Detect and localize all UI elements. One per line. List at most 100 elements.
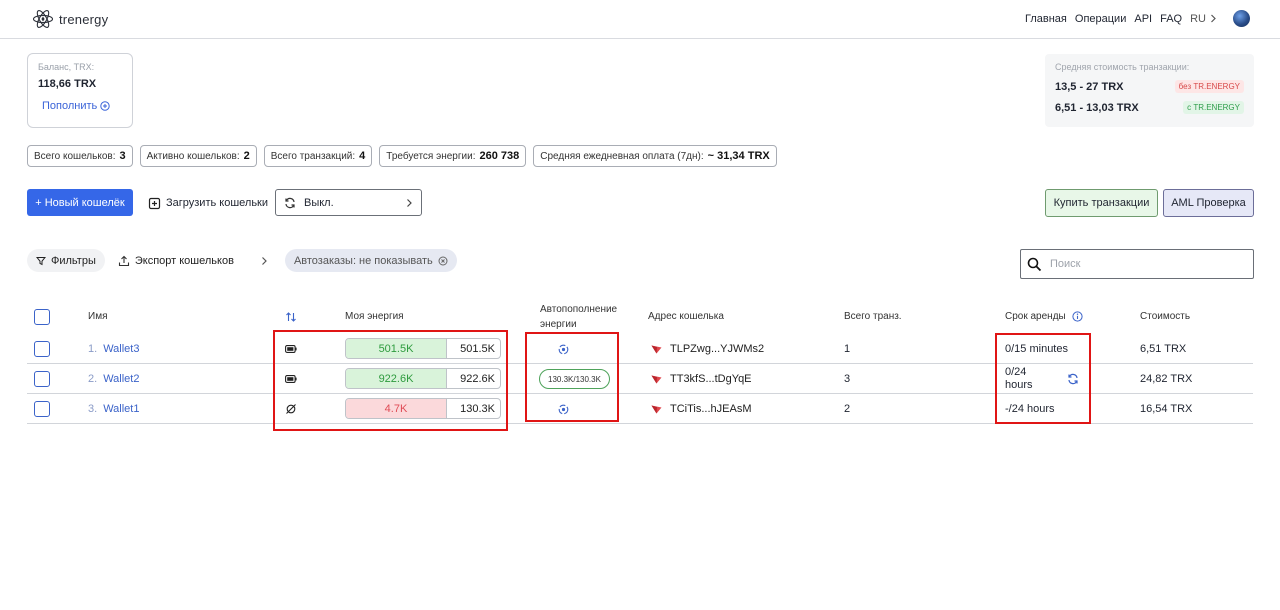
autoorders-label: Автозаказы: не показывать — [293, 254, 433, 267]
user-avatar[interactable] — [1233, 10, 1250, 27]
wallet-name: Wallet1 — [103, 403, 140, 415]
stat-total-wallets: Всего кошельков: 3 — [27, 145, 133, 167]
autorenew-select[interactable]: Выкл. — [275, 189, 422, 216]
chevron-right-icon — [407, 198, 412, 207]
total-tx: 2 — [844, 403, 851, 415]
wallets-table-header: Имя Моя энергия Автопополнение энергии А… — [27, 300, 1253, 333]
export-icon — [118, 255, 129, 266]
stat-value: ~ 31,34 TRX — [707, 150, 770, 162]
wallet-name: Wallet3 — [103, 343, 140, 355]
wallet-address-text: TT3kfS...tDgYqE — [670, 373, 752, 385]
main-nav: Главная Операции API FAQ RU — [1025, 10, 1250, 27]
nav-item-faq[interactable]: FAQ — [1160, 13, 1182, 25]
stat-label: Активно кошельков: — [146, 150, 240, 162]
wallet-name-link[interactable]: 3. Wallet1 — [88, 394, 139, 424]
atom-logo-icon — [32, 10, 54, 28]
stat-active-wallets: Активно кошельков: 2 — [139, 145, 257, 167]
wallet-address[interactable]: TCiTis...hJEAsM — [651, 394, 752, 424]
sort-arrows-icon — [286, 311, 296, 322]
brand-logo[interactable]: trenergy — [32, 8, 108, 30]
wallet-name-link[interactable]: 2. Wallet2 — [88, 364, 139, 394]
row-checkbox[interactable] — [34, 341, 50, 357]
clear-icon[interactable] — [438, 256, 448, 266]
wallet-address[interactable]: TT3kfS...tDgYqE — [651, 364, 752, 394]
balance-label: Баланс, TRX: — [38, 62, 95, 72]
row-number: 1. — [88, 343, 98, 355]
highlight-box-energy — [273, 330, 508, 431]
upload-wallets-label: Загрузить кошельки — [166, 197, 269, 209]
row-number: 2. — [88, 373, 98, 385]
upload-file-icon — [148, 197, 161, 209]
header-address: Адрес кошелька — [648, 311, 724, 322]
header-total-tx: Всего транз. — [844, 311, 902, 322]
with-tr-energy-badge: с TR.ENERGY — [1183, 101, 1244, 114]
filters-label: Фильтры — [51, 254, 96, 267]
average-cost-card: Средняя стоимость транзакции: 13,5 - 27 … — [1045, 54, 1254, 127]
upload-wallets-button[interactable]: Загрузить кошельки — [148, 190, 268, 216]
row-checkbox[interactable] — [34, 401, 50, 417]
stat-value: 3 — [119, 150, 126, 162]
row-checkbox-cell — [34, 364, 50, 394]
wallet-address-text: TLPZwg...YJWMs2 — [670, 343, 765, 355]
funnel-icon — [36, 256, 46, 265]
header-autorefill-line2: энергии — [540, 318, 577, 330]
row-number: 3. — [88, 403, 98, 415]
highlight-box-rent-term — [995, 333, 1091, 424]
new-wallet-button[interactable]: + Новый кошелёк — [27, 189, 133, 216]
balance-card: Баланс, TRX: 118,66 TRX Пополнить — [27, 53, 133, 128]
wallet-address[interactable]: TLPZwg...YJWMs2 — [651, 334, 764, 364]
stat-label: Требуется энергии: — [386, 150, 476, 162]
search-placeholder: Поиск — [1050, 258, 1081, 270]
buy-transactions-button[interactable]: Купить транзакции — [1045, 189, 1158, 217]
tron-icon — [651, 345, 662, 353]
stat-value: 4 — [359, 150, 366, 162]
topup-link[interactable]: Пополнить — [42, 100, 122, 112]
average-cost-title: Средняя стоимость транзакции: — [1055, 62, 1190, 72]
stat-value: 260 738 — [479, 150, 520, 162]
row-checkbox-cell — [34, 394, 50, 424]
info-icon[interactable] — [1072, 311, 1083, 322]
nav-item-operations[interactable]: Операции — [1075, 13, 1126, 25]
refresh-icon — [285, 197, 295, 208]
select-all-checkbox[interactable] — [34, 308, 50, 325]
aml-check-button[interactable]: AML Проверка — [1163, 189, 1254, 217]
wallet-address-text: TCiTis...hJEAsM — [670, 403, 752, 415]
row-checkbox[interactable] — [34, 371, 50, 387]
autoorders-filter-chip[interactable]: Автозаказы: не показывать — [284, 249, 457, 272]
balance-value: 118,66 TRX — [38, 78, 97, 90]
filters-button[interactable]: Фильтры — [27, 249, 105, 272]
header-name[interactable]: Имя — [88, 300, 107, 333]
language-switcher[interactable]: RU — [1190, 13, 1217, 25]
total-tx: 3 — [844, 373, 851, 385]
search-input[interactable]: Поиск — [1020, 249, 1254, 279]
stat-total-transactions: Всего транзакций: 4 — [263, 145, 373, 167]
topup-label: Пополнить — [42, 100, 98, 112]
search-icon — [1027, 257, 1042, 271]
language-label: RU — [1190, 12, 1206, 25]
cost: 16,54 TRX — [1140, 403, 1193, 415]
tron-icon — [651, 375, 662, 383]
plus-circle-icon — [100, 101, 110, 111]
nav-item-home[interactable]: Главная — [1025, 13, 1067, 25]
header-cost: Стоимость — [1140, 311, 1191, 322]
stats-row: Всего кошельков: 3 Активно кошельков: 2 Вс… — [27, 145, 777, 167]
top-navigation-bar: trenergy Главная Операции API FAQ RU — [0, 0, 1280, 39]
total-tx: 1 — [844, 343, 851, 355]
wallet-name-link[interactable]: 1. Wallet3 — [88, 334, 139, 364]
autorenew-state: Выкл. — [304, 196, 334, 209]
stat-value: 2 — [243, 150, 250, 162]
nav-item-api[interactable]: API — [1134, 13, 1152, 25]
export-wallets-button[interactable]: Экспорт кошельков — [109, 249, 277, 272]
export-wallets-label: Экспорт кошельков — [134, 254, 234, 267]
header-energy: Моя энергия — [345, 311, 404, 322]
average-cost-row-without: 13,5 - 27 TRX без TR.ENERGY — [1055, 80, 1244, 93]
highlight-box-autorefill — [525, 332, 619, 422]
chevron-right-icon — [262, 256, 267, 265]
row-checkbox-cell — [34, 334, 50, 364]
stat-label: Всего кошельков: — [34, 150, 116, 162]
average-cost-row-with: 6,51 - 13,03 TRX с TR.ENERGY — [1055, 101, 1244, 114]
tron-icon — [651, 405, 662, 413]
without-tr-energy-badge: без TR.ENERGY — [1174, 80, 1244, 93]
cost: 24,82 TRX — [1140, 373, 1193, 385]
sort-toggle[interactable] — [285, 300, 297, 333]
